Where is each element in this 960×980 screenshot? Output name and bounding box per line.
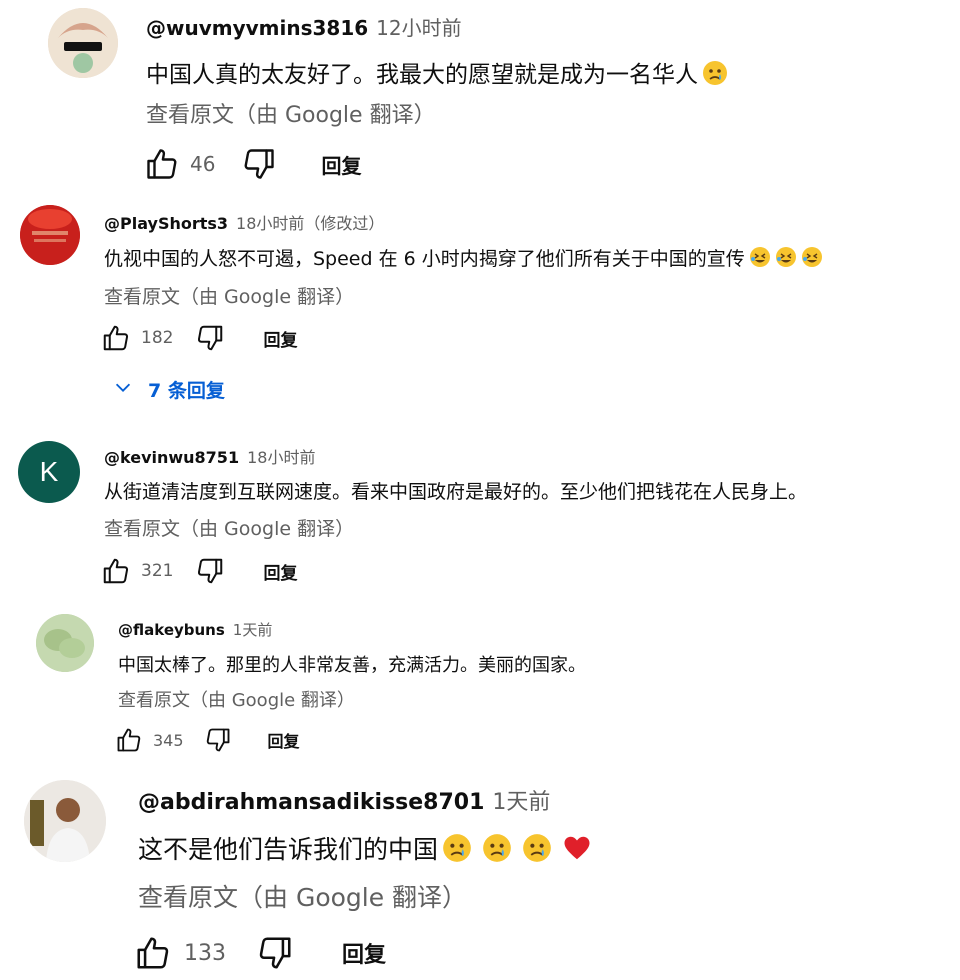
comment-text: 中国太棒了。那里的人非常友善，充满活力。美丽的国家。 xyxy=(118,655,586,676)
like-count: 133 xyxy=(184,940,226,966)
comment-author[interactable]: @flakeybuns xyxy=(118,621,225,639)
see-original-link[interactable]: 查看原文（由 Google 翻译） xyxy=(104,282,354,309)
view-replies-button[interactable]: 7 条回复 xyxy=(112,376,225,403)
comment-text-content: 中国人真的太友好了。我最大的愿望就是成为一名华人 xyxy=(146,62,698,88)
reply-button[interactable]: 回复 xyxy=(263,326,297,351)
comment-header: @abdirahmansadikisse8701 1天前 xyxy=(138,784,550,816)
like-icon[interactable] xyxy=(144,146,180,182)
comment-text-content: 这不是他们告诉我们的中国 xyxy=(138,835,439,864)
sad-face-emoji-icon xyxy=(522,833,552,869)
comment-text: 仇视中国的人怒不可遏，Speed 在 6 小时内揭穿了他们所有关于中国的宣传 xyxy=(104,244,823,273)
comment-header: @kevinwu8751 18小时前 xyxy=(104,444,315,468)
comment-time: 12小时前 xyxy=(376,16,462,40)
like-count: 46 xyxy=(190,152,216,176)
see-original-link[interactable]: 查看原文（由 Google 翻译） xyxy=(138,878,467,914)
comment-author[interactable]: @abdirahmansadikisse8701 xyxy=(138,790,484,815)
comment-actions: 46 回复 xyxy=(144,146,361,182)
like-icon[interactable] xyxy=(101,323,131,353)
avatar[interactable] xyxy=(24,780,106,862)
avatar[interactable]: K xyxy=(18,441,80,503)
reply-button[interactable]: 回复 xyxy=(342,937,386,969)
like-count: 321 xyxy=(141,561,174,581)
sad-face-emoji-icon xyxy=(442,833,472,869)
sad-face-emoji-icon xyxy=(482,833,512,869)
red-heart-emoji-icon xyxy=(562,833,592,869)
rofl-emoji-icon xyxy=(775,246,797,273)
avatar[interactable] xyxy=(20,205,80,265)
comment-text: 中国人真的太友好了。我最大的愿望就是成为一名华人 xyxy=(146,55,728,92)
like-icon[interactable] xyxy=(115,726,143,754)
comment-text: 这不是他们告诉我们的中国 xyxy=(138,830,592,869)
like-count: 345 xyxy=(153,730,184,750)
dislike-icon[interactable] xyxy=(195,556,225,586)
rofl-emoji-icon xyxy=(801,246,823,273)
comment-author[interactable]: @wuvmyvmins3816 xyxy=(146,16,368,40)
comment-header: @flakeybuns 1天前 xyxy=(118,619,272,640)
like-icon[interactable] xyxy=(101,556,131,586)
comment-time: 1天前 xyxy=(232,621,273,639)
comment-header: @PlayShorts3 18小时前（修改过） xyxy=(104,210,384,234)
comment-time: 1天前 xyxy=(492,790,551,815)
see-original-link[interactable]: 查看原文（由 Google 翻译） xyxy=(146,97,436,129)
avatar[interactable] xyxy=(48,8,118,78)
rofl-emoji-icon xyxy=(749,246,771,273)
comment-time: 18小时前 xyxy=(247,448,316,467)
dislike-icon[interactable] xyxy=(195,323,225,353)
like-count: 182 xyxy=(141,328,174,348)
reply-button[interactable]: 回复 xyxy=(321,150,361,179)
see-original-link[interactable]: 查看原文（由 Google 翻译） xyxy=(118,686,355,712)
reply-button[interactable]: 回复 xyxy=(263,559,297,584)
comment-actions: 345 回复 xyxy=(115,726,300,754)
comment-time: 18小时前（修改过） xyxy=(236,214,385,233)
comment-author[interactable]: @PlayShorts3 xyxy=(104,214,228,233)
avatar-letter: K xyxy=(39,456,59,487)
comment-actions: 133 回复 xyxy=(134,934,386,972)
dislike-icon[interactable] xyxy=(256,934,294,972)
comment-actions: 321 回复 xyxy=(101,556,297,586)
comment-author[interactable]: @kevinwu8751 xyxy=(104,448,239,467)
reply-button[interactable]: 回复 xyxy=(268,728,300,752)
see-original-link[interactable]: 查看原文（由 Google 翻译） xyxy=(104,514,354,541)
chevron-down-icon xyxy=(112,376,134,403)
sad-face-emoji-icon xyxy=(702,60,728,92)
avatar[interactable] xyxy=(36,614,94,672)
dislike-icon[interactable] xyxy=(241,146,277,182)
comment-header: @wuvmyvmins3816 12小时前 xyxy=(146,12,462,41)
comment-actions: 182 回复 xyxy=(101,323,297,353)
replies-count-label: 7 条回复 xyxy=(148,380,225,402)
comment-text-content: 仇视中国的人怒不可遏，Speed 在 6 小时内揭穿了他们所有关于中国的宣传 xyxy=(104,248,745,270)
comment-text: 从街道清洁度到互联网速度。看来中国政府是最好的。至少他们把钱花在人民身上。 xyxy=(104,481,808,503)
like-icon[interactable] xyxy=(134,934,172,972)
dislike-icon[interactable] xyxy=(204,726,232,754)
